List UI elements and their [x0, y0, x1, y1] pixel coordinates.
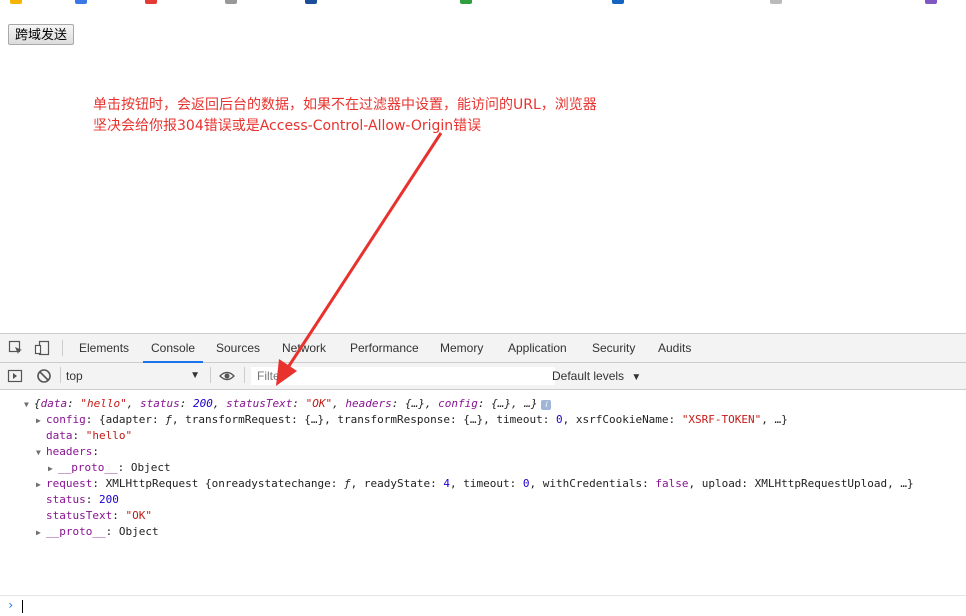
expanded-triangle-icon[interactable]: ▼ [24, 397, 34, 413]
caret-down-icon: ▼ [190, 370, 200, 381]
caret-down-icon: ▼ [631, 372, 642, 383]
info-icon[interactable]: i [541, 400, 552, 410]
expanded-triangle-icon[interactable]: ▼ [36, 445, 46, 461]
console-prop-data: data: "hello" [46, 429, 133, 442]
bookmark-icon [225, 0, 237, 4]
cross-domain-send-button[interactable]: 跨域发送 [8, 24, 75, 45]
log-levels-dropdown[interactable]: Default levels ▼ [552, 367, 641, 385]
console-prompt[interactable]: › [0, 595, 966, 616]
live-expression-eye-icon[interactable] [219, 368, 235, 384]
console-prop-request[interactable]: ▶ request: XMLHttpRequest {onreadystatech… [36, 476, 914, 493]
annotation-note: 单击按钮时，会返回后台的数据，如果不在过滤器中设置，能访问的URL，浏览器 坚决… [93, 95, 693, 137]
toolbar-divider [62, 340, 63, 356]
bookmark-item[interactable] [770, 0, 788, 6]
bookmark-icon [305, 0, 317, 4]
bookmark-icon [460, 0, 472, 4]
bookmark-item[interactable] [925, 0, 943, 6]
collapsed-triangle-icon[interactable]: ▶ [36, 413, 46, 429]
bookmark-item[interactable] [612, 0, 630, 6]
bookmark-icon [10, 0, 22, 4]
show-sidebar-icon[interactable] [7, 368, 23, 384]
tab-audits[interactable]: Audits [658, 334, 691, 362]
console-prop-proto[interactable]: ▶ __proto__: Object [36, 524, 159, 541]
console-filter-input[interactable] [251, 367, 555, 385]
tab-console[interactable]: Console [142, 334, 204, 363]
toolbar-divider [60, 367, 61, 383]
console-prop-statustext: statusText: "OK" [46, 509, 152, 522]
annotation-line-1: 单击按钮时，会返回后台的数据，如果不在过滤器中设置，能访问的URL，浏览器 [93, 97, 597, 113]
annotation-line-2: 坚决会给你报304错误或是Access-Control-Allow-Origin… [93, 118, 482, 134]
inspect-element-icon[interactable] [8, 340, 24, 356]
tab-sources[interactable]: Sources [216, 334, 260, 362]
context-select[interactable]: top ▼ [66, 367, 204, 385]
console-prop-headers[interactable]: ▼ headers: [36, 444, 99, 461]
bookmark-item[interactable] [305, 0, 323, 6]
bookmark-item[interactable] [460, 0, 478, 6]
bookmark-item[interactable] [225, 0, 243, 6]
console-prop-config[interactable]: ▶ config: {adapter: ƒ, transformRequest: … [36, 412, 788, 429]
bookmark-icon [75, 0, 87, 4]
prompt-chevron-icon: › [7, 598, 15, 612]
console-object-summary[interactable]: ▼ {data: "hello", status: 200, statusText… [24, 396, 552, 413]
bookmark-icon [925, 0, 937, 4]
tab-network[interactable]: Network [282, 334, 326, 362]
device-toolbar-icon[interactable] [34, 340, 50, 356]
log-levels-label: Default levels [552, 369, 625, 383]
console-toolbar: top ▼ Default levels ▼ [0, 363, 966, 390]
collapsed-triangle-icon[interactable]: ▶ [48, 461, 58, 477]
bookmark-icon [145, 0, 157, 4]
bookmark-icon [612, 0, 624, 4]
clear-console-icon[interactable] [36, 368, 52, 384]
tab-application[interactable]: Application [508, 334, 567, 362]
context-value: top [66, 369, 83, 383]
tab-security[interactable]: Security [592, 334, 635, 362]
bookmarks-bar [0, 0, 966, 6]
collapsed-triangle-icon[interactable]: ▶ [36, 525, 46, 541]
tab-performance[interactable]: Performance [350, 334, 419, 362]
devtools-panel: Elements Console Sources Network Perform… [0, 333, 966, 613]
bookmark-item[interactable] [10, 0, 28, 6]
collapsed-triangle-icon[interactable]: ▶ [36, 477, 46, 493]
devtools-tab-bar: Elements Console Sources Network Perform… [0, 334, 966, 363]
console-prop-status: status: 200 [46, 493, 119, 506]
tab-memory[interactable]: Memory [440, 334, 483, 362]
console-prop-headers-proto[interactable]: ▶ __proto__: Object [48, 460, 171, 477]
bookmark-icon [770, 0, 782, 4]
bookmark-item[interactable] [75, 0, 93, 6]
toolbar-divider [244, 367, 245, 383]
toolbar-divider [210, 367, 211, 383]
bookmark-item[interactable] [145, 0, 163, 6]
text-cursor [22, 600, 23, 613]
tab-elements[interactable]: Elements [79, 334, 129, 362]
